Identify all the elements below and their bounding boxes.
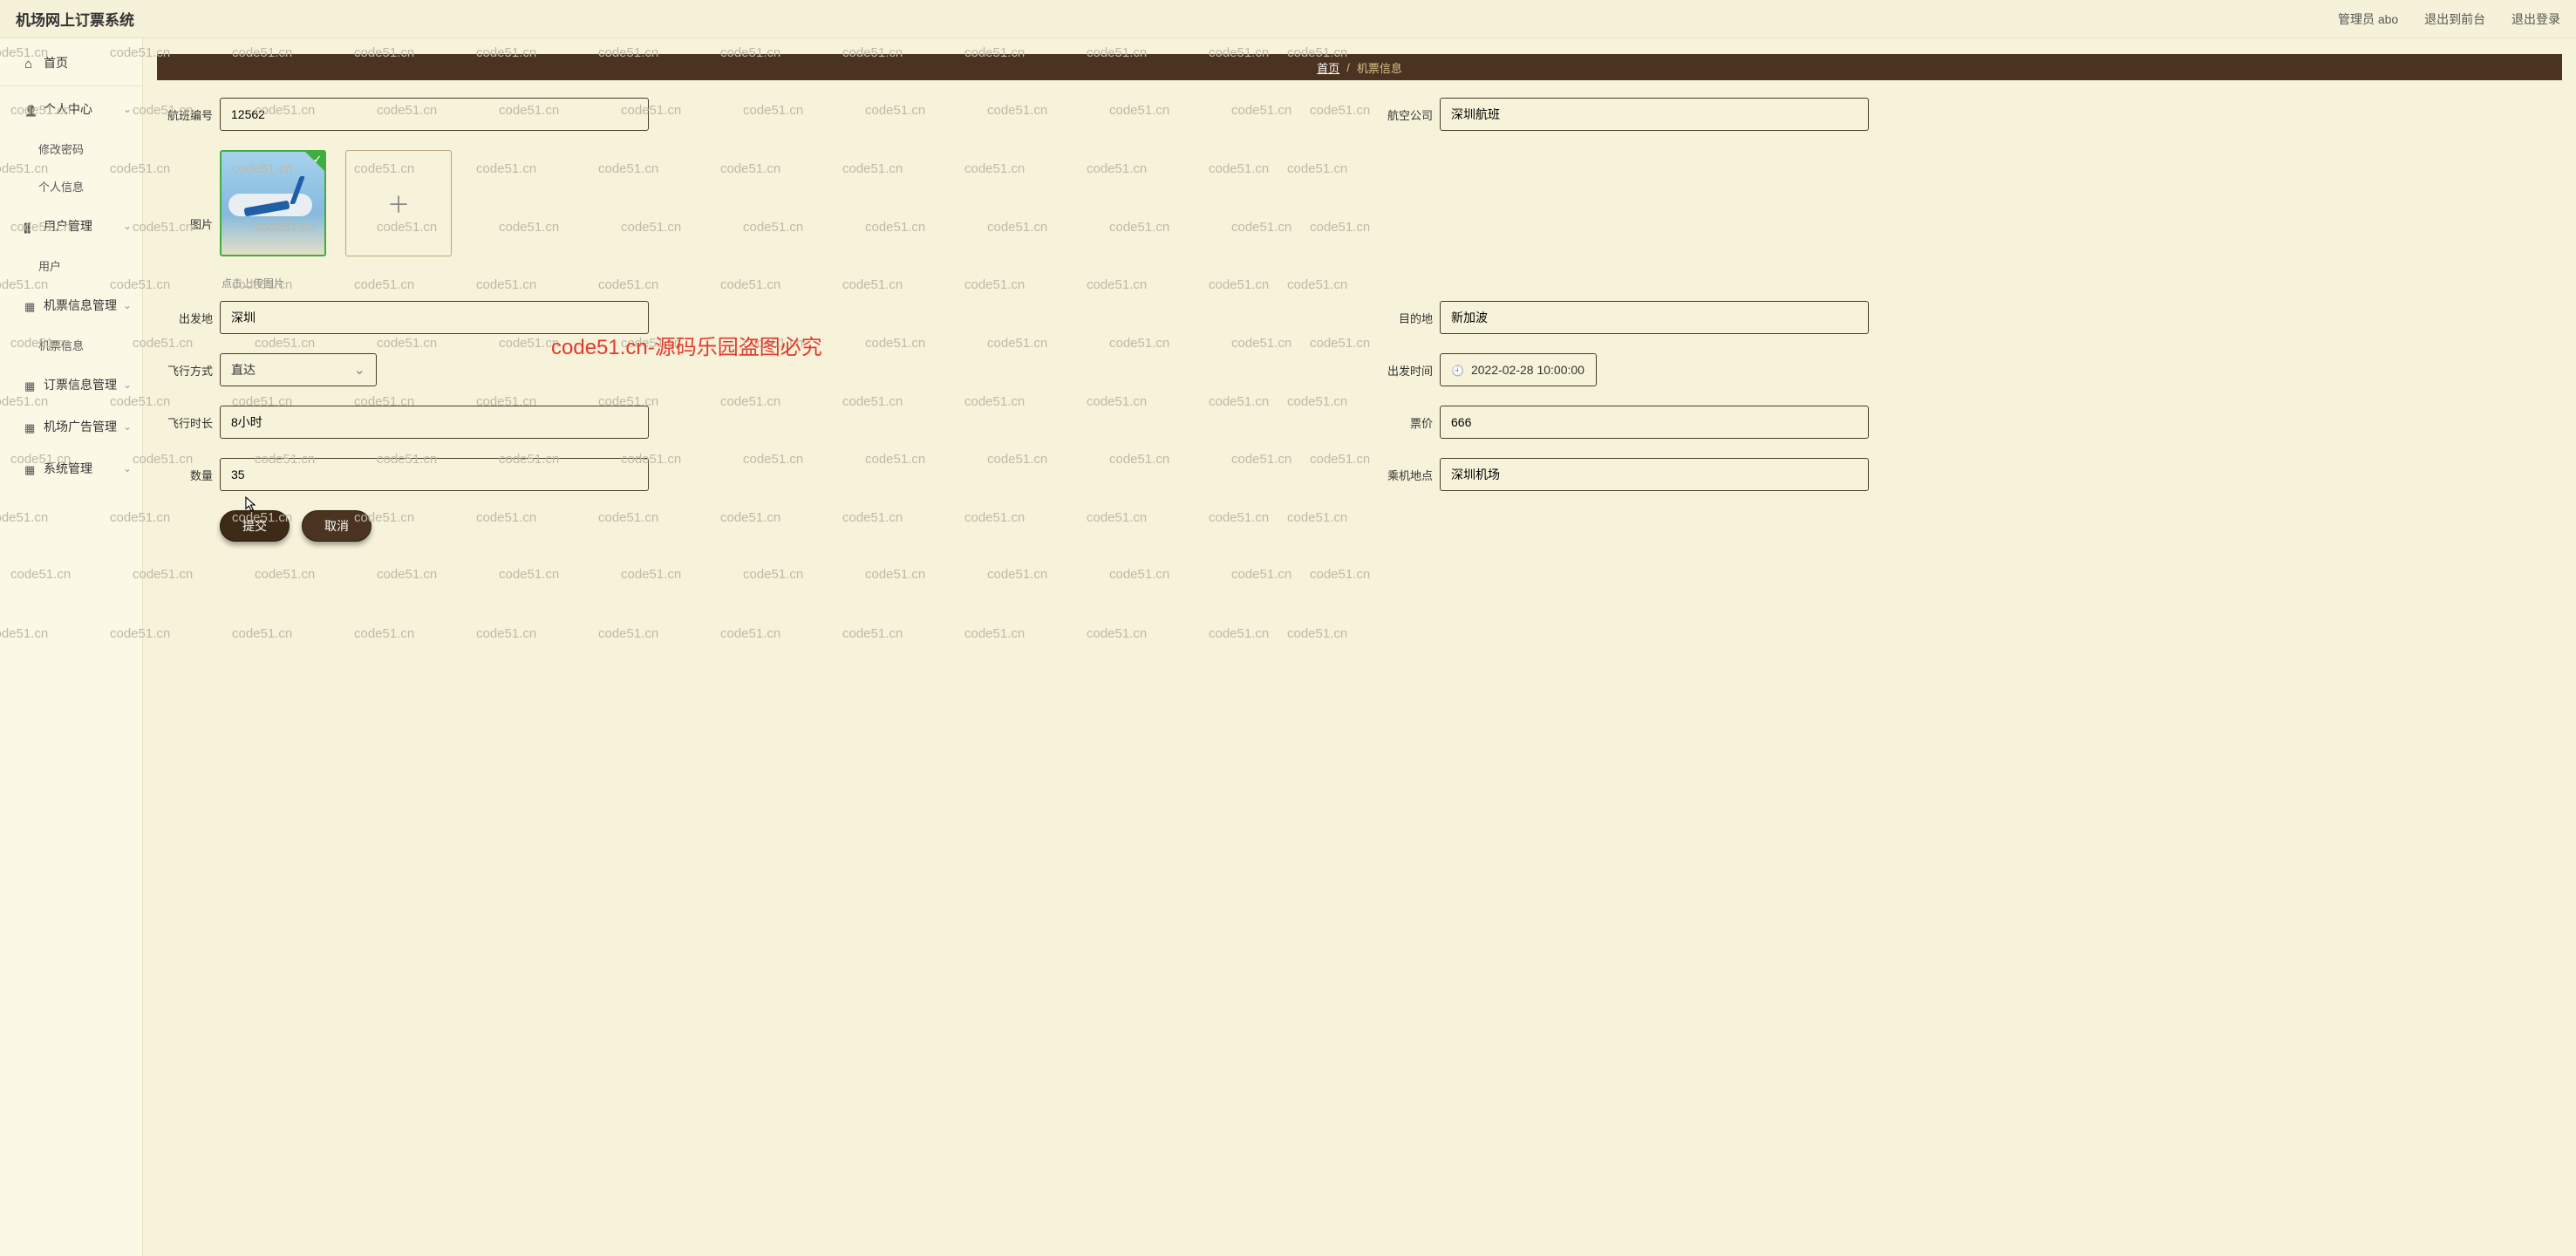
grid-icon — [24, 462, 37, 474]
app-title: 机场网上订票系统 — [16, 8, 134, 30]
admin-label[interactable]: 管理员 abo — [2338, 12, 2398, 26]
chevron-down-icon: ⌄ — [123, 462, 132, 474]
sidebar-item-label: 用户管理 — [44, 217, 92, 235]
sidebar-item-ad-mgmt[interactable]: 机场广告管理 ⌄ — [0, 406, 142, 447]
chevron-down-icon: ⌄ — [123, 299, 132, 311]
uploaded-image-thumb[interactable]: ✓ — [220, 150, 326, 256]
airline-label: 航空公司 — [1377, 106, 1433, 123]
topbar-right: 管理员 abo 退出到前台 退出登录 — [2315, 10, 2560, 28]
mode-select[interactable]: 直达 — [220, 353, 377, 386]
upload-hint[interactable]: 点击上传图片 — [221, 276, 2562, 290]
breadcrumb-home[interactable]: 首页 — [1317, 59, 1339, 76]
sidebar-item-profile[interactable]: 个人中心 ⌄ — [0, 88, 142, 130]
sidebar-item-label: 机场广告管理 — [44, 418, 117, 435]
ticket-form: 航班编号 航空公司 图片 ✓ — [143, 80, 2576, 559]
depart-label: 出发时间 — [1377, 362, 1433, 379]
duration-label: 飞行时长 — [157, 414, 213, 431]
sidebar-sub-personal[interactable]: 个人信息 — [0, 167, 142, 205]
front-link[interactable]: 退出到前台 — [2424, 12, 2485, 26]
mode-label: 飞行方式 — [157, 362, 213, 379]
mode-value: 直达 — [231, 361, 256, 379]
grid-icon — [24, 299, 37, 311]
sidebar-item-label: 首页 — [44, 54, 68, 72]
sidebar-sub-user[interactable]: 用户 — [0, 247, 142, 284]
sidebar-item-home[interactable]: 首页 — [0, 42, 142, 84]
cancel-button[interactable]: 取消 — [302, 510, 371, 542]
sidebar-item-sys-mgmt[interactable]: 系统管理 ⌄ — [0, 447, 142, 489]
chevron-down-icon: ⌄ — [123, 220, 132, 232]
breadcrumb-current: 机票信息 — [1357, 59, 1402, 76]
chevron-down-icon: ⌄ — [123, 420, 132, 433]
chevron-down-icon: ⌄ — [123, 379, 132, 391]
image-label: 图片 — [157, 175, 213, 232]
depart-datetime[interactable]: 2022-02-28 10:00:00 — [1440, 353, 1597, 386]
divider — [0, 85, 142, 86]
main: 首页 / 机票信息 航班编号 航空公司 图片 — [143, 38, 2576, 1256]
sidebar-item-label: 系统管理 — [44, 460, 92, 477]
dest-input[interactable] — [1440, 301, 1869, 334]
bars-icon — [24, 220, 37, 232]
dest-label: 目的地 — [1377, 310, 1433, 326]
flight-no-input[interactable] — [220, 98, 649, 131]
sidebar: 首页 个人中心 ⌄ 修改密码 个人信息 用户管理 ⌄ 用户 机票信息管理 ⌄ 机… — [0, 38, 143, 1256]
origin-input[interactable] — [220, 301, 649, 334]
user-icon — [24, 103, 37, 115]
sidebar-item-booking-mgmt[interactable]: 订票信息管理 ⌄ — [0, 364, 142, 406]
chevron-down-icon: ⌄ — [123, 103, 132, 115]
submit-button[interactable]: 提交 — [220, 510, 290, 542]
grid-icon — [24, 420, 37, 433]
sidebar-sub-change-pw[interactable]: 修改密码 — [0, 130, 142, 167]
sidebar-item-label: 订票信息管理 — [44, 376, 117, 393]
topbar: 机场网上订票系统 管理员 abo 退出到前台 退出登录 — [0, 0, 2576, 38]
duration-input[interactable] — [220, 406, 649, 439]
grid-icon — [24, 379, 37, 391]
breadcrumb-sep: / — [1346, 61, 1350, 74]
home-icon — [24, 57, 37, 69]
sidebar-item-label: 机票信息管理 — [44, 297, 117, 314]
sidebar-sub-ticket-info[interactable]: 机票信息 — [0, 326, 142, 364]
price-input[interactable] — [1440, 406, 1869, 439]
flight-no-label: 航班编号 — [157, 106, 213, 123]
origin-label: 出发地 — [157, 310, 213, 326]
upload-image-button[interactable]: ＋ — [345, 150, 452, 256]
qty-label: 数量 — [157, 467, 213, 483]
airline-input[interactable] — [1440, 98, 1869, 131]
depart-value: 2022-02-28 10:00:00 — [1471, 363, 1584, 377]
plus-icon: ＋ — [387, 188, 410, 220]
sidebar-item-ticket-mgmt[interactable]: 机票信息管理 ⌄ — [0, 284, 142, 326]
clock-icon — [1451, 363, 1464, 377]
breadcrumb: 首页 / 机票信息 — [157, 54, 2562, 80]
board-input[interactable] — [1440, 458, 1869, 491]
logout-link[interactable]: 退出登录 — [2511, 12, 2560, 26]
board-label: 乘机地点 — [1377, 467, 1433, 483]
price-label: 票价 — [1377, 414, 1433, 431]
qty-input[interactable] — [220, 458, 649, 491]
check-icon: ✓ — [305, 152, 324, 171]
sidebar-item-label: 个人中心 — [44, 100, 92, 118]
sidebar-item-user-mgmt[interactable]: 用户管理 ⌄ — [0, 205, 142, 247]
chevron-down-icon — [354, 361, 365, 379]
